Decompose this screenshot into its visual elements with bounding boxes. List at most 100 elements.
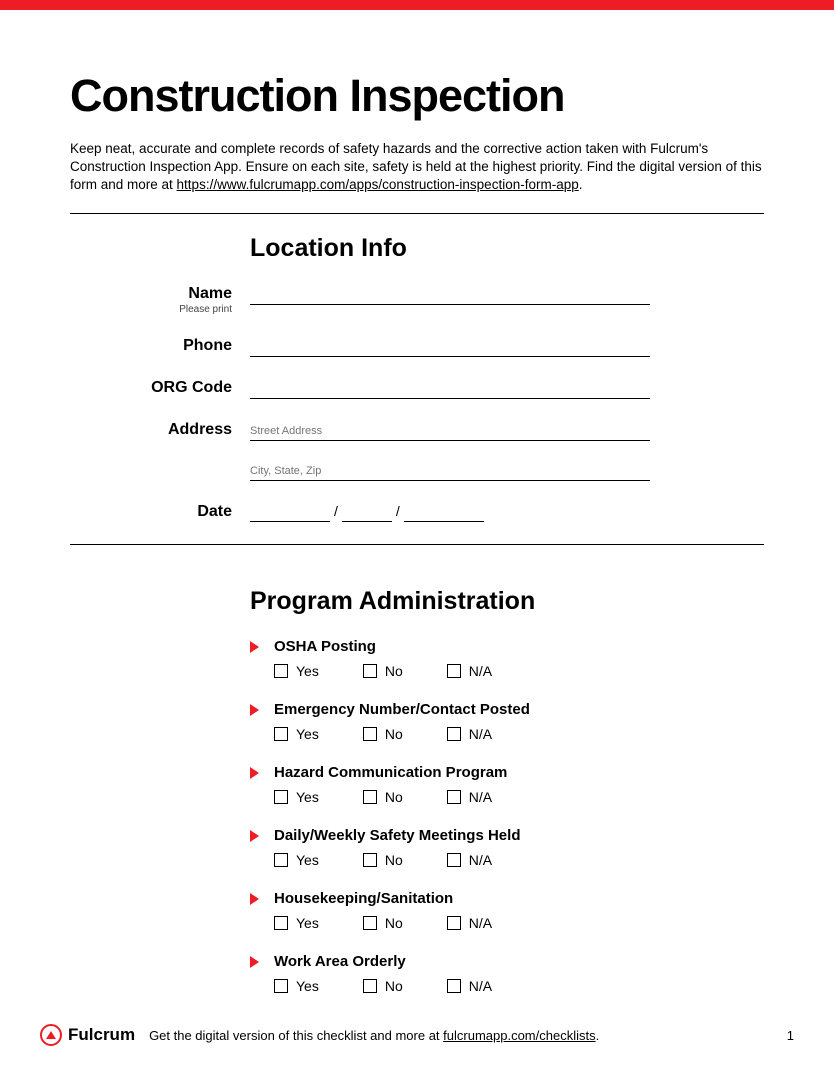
footer-link[interactable]: fulcrumapp.com/checklists <box>443 1028 595 1043</box>
checkbox-icon[interactable] <box>447 916 461 930</box>
location-section: Location Info Name Please print Phone OR… <box>70 214 764 522</box>
check-item-title: Housekeeping/Sanitation <box>274 890 764 907</box>
option-yes[interactable]: Yes <box>274 726 319 742</box>
check-item: Hazard Communication Program Yes No N/A <box>250 764 764 805</box>
city-input[interactable] <box>250 463 650 481</box>
option-na-label: N/A <box>469 978 492 994</box>
arrow-right-icon <box>250 704 259 716</box>
option-no[interactable]: No <box>363 789 403 805</box>
option-no-label: No <box>385 663 403 679</box>
checkbox-icon[interactable] <box>447 853 461 867</box>
intro-suffix: . <box>579 177 583 192</box>
check-item: Emergency Number/Contact PostedYesNoN/A <box>250 701 764 742</box>
option-yes[interactable]: Yes <box>274 915 319 931</box>
brand-name: Fulcrum <box>68 1025 135 1045</box>
checkbox-icon[interactable] <box>363 916 377 930</box>
page-number: 1 <box>787 1028 794 1043</box>
page-content: Construction Inspection Keep neat, accur… <box>0 10 834 994</box>
option-na-label: N/A <box>469 663 492 679</box>
check-item-title: Hazard Communication Program <box>274 764 764 781</box>
name-label: Name <box>188 285 232 302</box>
option-no-label: No <box>385 852 403 868</box>
option-na-label: N/A <box>469 789 492 805</box>
arrow-right-icon <box>250 767 259 779</box>
top-accent-bar <box>0 0 834 10</box>
option-yes[interactable]: Yes <box>274 852 319 868</box>
name-hint: Please print <box>70 304 232 315</box>
option-yes[interactable]: Yes <box>274 789 319 805</box>
arrow-right-icon <box>250 956 259 968</box>
option-na[interactable]: N/A <box>447 915 492 931</box>
option-na-label: N/A <box>469 726 492 742</box>
option-na-label: N/A <box>469 915 492 931</box>
org-label: ORG Code <box>151 379 232 396</box>
option-yes[interactable]: Yes <box>274 663 319 679</box>
option-no-label: No <box>385 789 403 805</box>
option-no[interactable]: No <box>363 915 403 931</box>
option-yes-label: Yes <box>296 726 319 742</box>
date-sep-2: / <box>392 503 404 522</box>
checkbox-icon[interactable] <box>274 979 288 993</box>
check-item: Housekeeping/Sanitation Yes No N/A <box>250 890 764 931</box>
checkbox-icon[interactable] <box>447 664 461 678</box>
address-label: Address <box>168 421 232 438</box>
checkbox-icon[interactable] <box>274 727 288 741</box>
org-input[interactable] <box>250 381 650 399</box>
footer: Fulcrum Get the digital version of this … <box>40 1024 794 1046</box>
field-org: ORG Code <box>70 379 764 399</box>
checkbox-icon[interactable] <box>363 790 377 804</box>
arrow-right-icon <box>250 830 259 842</box>
logo-triangle-icon <box>46 1031 56 1039</box>
check-item: OSHA Posting Yes No N/A <box>250 638 764 679</box>
footer-prefix: Get the digital version of this checklis… <box>149 1028 443 1043</box>
option-na-label: N/A <box>469 852 492 868</box>
phone-label: Phone <box>183 337 232 354</box>
option-yes[interactable]: Yes <box>274 978 319 994</box>
arrow-right-icon <box>250 641 259 653</box>
date-day[interactable] <box>342 503 392 522</box>
checkbox-icon[interactable] <box>274 853 288 867</box>
checkbox-icon[interactable] <box>447 790 461 804</box>
checkbox-icon[interactable] <box>363 853 377 867</box>
option-na[interactable]: N/A <box>447 978 492 994</box>
name-input[interactable] <box>250 287 650 305</box>
street-input[interactable] <box>250 423 650 441</box>
option-na[interactable]: N/A <box>447 663 492 679</box>
fulcrum-logo: Fulcrum <box>40 1024 135 1046</box>
option-no[interactable]: No <box>363 726 403 742</box>
checkbox-icon[interactable] <box>363 664 377 678</box>
option-na[interactable]: N/A <box>447 789 492 805</box>
option-no[interactable]: No <box>363 852 403 868</box>
checkbox-icon[interactable] <box>274 916 288 930</box>
checkbox-icon[interactable] <box>447 727 461 741</box>
check-options: Yes No N/A <box>274 663 764 679</box>
intro-link[interactable]: https://www.fulcrumapp.com/apps/construc… <box>177 177 579 192</box>
option-na[interactable]: N/A <box>447 852 492 868</box>
date-sep-1: / <box>330 503 342 522</box>
intro-paragraph: Keep neat, accurate and complete records… <box>70 140 764 195</box>
option-no-label: No <box>385 726 403 742</box>
option-no[interactable]: No <box>363 978 403 994</box>
option-no[interactable]: No <box>363 663 403 679</box>
check-options: Yes No N/A <box>274 852 764 868</box>
check-item-title: OSHA Posting <box>274 638 764 655</box>
checkbox-icon[interactable] <box>447 979 461 993</box>
option-yes-label: Yes <box>296 915 319 931</box>
checkbox-icon[interactable] <box>363 727 377 741</box>
phone-input[interactable] <box>250 339 650 357</box>
arrow-right-icon <box>250 893 259 905</box>
field-date: Date / / <box>70 503 764 522</box>
date-year[interactable] <box>404 503 484 522</box>
checkbox-icon[interactable] <box>274 664 288 678</box>
check-options: Yes No N/A <box>274 915 764 931</box>
option-yes-label: Yes <box>296 978 319 994</box>
date-month[interactable] <box>250 503 330 522</box>
checkbox-icon[interactable] <box>363 979 377 993</box>
checkbox-icon[interactable] <box>274 790 288 804</box>
option-yes-label: Yes <box>296 852 319 868</box>
option-yes-label: Yes <box>296 789 319 805</box>
option-na[interactable]: N/A <box>447 726 492 742</box>
program-heading: Program Administration <box>250 587 764 616</box>
program-section: Program Administration OSHA Posting Yes No… <box>70 567 764 994</box>
check-options: Yes No N/A <box>274 726 764 742</box>
